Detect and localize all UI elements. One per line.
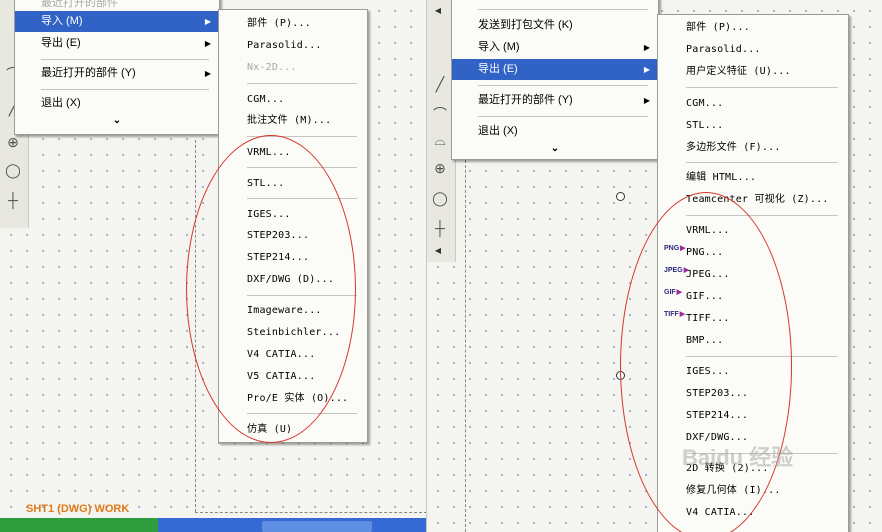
circle-center-tool-icon[interactable]: ◯ (430, 188, 450, 208)
highlight-ellipse (186, 135, 356, 443)
submenu-item[interactable]: 批注文件 (M)... (219, 110, 367, 131)
submenu-arrow-icon: ▶ (643, 65, 650, 74)
submenu-arrow-icon: ▶ (643, 43, 650, 52)
submenu-item[interactable]: 部件 (P)... (658, 17, 848, 38)
circle-tool-icon[interactable]: ⊕ (3, 132, 23, 152)
line-tool-icon[interactable]: ╱ (430, 74, 450, 94)
submenu-item[interactable]: 编辑 HTML... (658, 167, 848, 188)
submenu-item[interactable]: CGM... (219, 89, 367, 110)
left-screenshot-pane: ⌒ ╱ ⊕ ◯ ┼ 最近打开的部件 导入 (M) ▶ 导出 (E) ▶ 最近打开的部… (0, 0, 427, 532)
scroll-left-icon[interactable]: ◀ (433, 6, 443, 16)
drawing-border-bottom (195, 512, 427, 513)
submenu-item[interactable]: Parasolid... (219, 35, 367, 56)
submenu-item[interactable]: CGM... (658, 93, 848, 114)
file-menu: 最近打开的部件 导入 (M) ▶ 导出 (E) ▶ 最近打开的部件 (Y) ▶ 退出 … (14, 0, 220, 135)
menu-item-export[interactable]: 导出 (E) ▶ (15, 33, 219, 54)
crosshair-tool-icon[interactable]: ┼ (3, 190, 23, 210)
circle-center-tool-icon[interactable]: ◯ (3, 160, 23, 180)
arc-tool-2-icon[interactable]: ⌓ (430, 130, 450, 150)
menu-separator (686, 162, 838, 163)
menu-separator (478, 85, 648, 86)
drawing-border (465, 150, 466, 532)
menu-item-export[interactable]: 导出 (E) ▶ (452, 59, 658, 80)
menu-item-import[interactable]: 导入 (M) ▶ (15, 11, 219, 32)
submenu-item[interactable]: Nx-2D... (219, 57, 367, 78)
crosshair-tool-icon[interactable]: ┼ (430, 218, 450, 238)
taskbar-start-area[interactable] (0, 518, 158, 532)
menu-separator (247, 83, 357, 84)
submenu-arrow-icon: ▶ (204, 39, 211, 48)
submenu-arrow-icon: ▶ (643, 96, 650, 105)
taskbar-window-button[interactable] (262, 521, 372, 532)
submenu-item[interactable]: STL... (658, 115, 848, 136)
menu-separator (41, 59, 209, 60)
windows-taskbar (0, 518, 427, 532)
menu-item-import[interactable]: 导入 (M) ▶ (452, 37, 658, 58)
sheet-status-label: SHT1 (DWG) WORK (26, 503, 130, 515)
submenu-arrow-icon: ▶ (204, 17, 211, 26)
menu-item-recent-parts[interactable]: 最近打开的部件 (Y) ▶ (15, 63, 219, 84)
selection-handle[interactable] (616, 192, 625, 201)
submenu-item[interactable]: 用户定义特征 (U)... (658, 61, 848, 82)
menu-item-exit[interactable]: 退出 (X) (452, 121, 658, 142)
right-screenshot-pane: ◀ ╱ ⌒ ⌓ ⊕ ◯ ┼ ◀ 发送到打包文件 (K) 导入 (M) ▶ 导出 (… (427, 0, 882, 532)
submenu-item[interactable]: 部件 (P)... (219, 13, 367, 34)
menu-separator (478, 116, 648, 117)
menu-separator (478, 9, 648, 10)
menu-item-send-to-package[interactable]: 发送到打包文件 (K) (452, 15, 658, 36)
menu-item-recent-parts[interactable]: 最近打开的部件 (Y) ▶ (452, 90, 658, 111)
scroll-left-icon[interactable]: ◀ (433, 246, 443, 256)
submenu-arrow-icon: ▶ (204, 69, 211, 78)
menu-expand-chevron-icon[interactable]: ⌄ (15, 115, 219, 126)
file-menu: 发送到打包文件 (K) 导入 (M) ▶ 导出 (E) ▶ 最近打开的部件 (Y) ▶… (451, 0, 659, 160)
menu-separator (41, 89, 209, 90)
menu-separator (686, 87, 838, 88)
menu-item-exit[interactable]: 退出 (X) (15, 93, 219, 114)
submenu-item[interactable]: 多边形文件 (F)... (658, 137, 848, 158)
menu-expand-chevron-icon[interactable]: ⌄ (452, 143, 658, 154)
baidu-watermark: Baidu 经验 (682, 445, 794, 470)
submenu-item[interactable]: Parasolid... (658, 39, 848, 60)
highlight-ellipse (620, 192, 792, 532)
arc-tool-icon[interactable]: ⌒ (430, 104, 450, 124)
circle-tool-icon[interactable]: ⊕ (430, 158, 450, 178)
